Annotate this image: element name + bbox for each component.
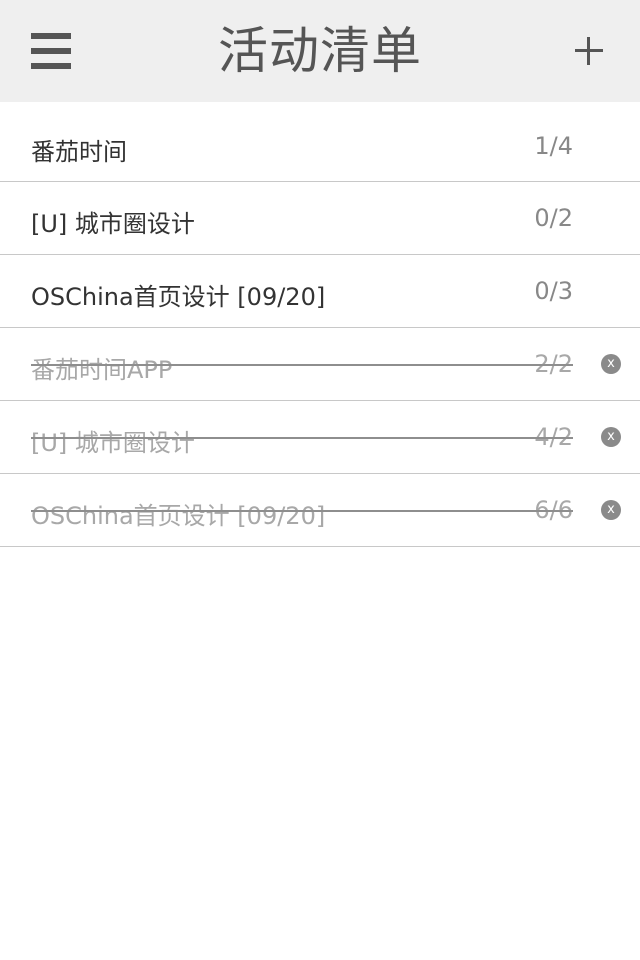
task-list: 番茄时间 1/4 [U] 城市圈设计 0/2 OSChina首页设计 [09/2…	[0, 110, 640, 547]
task-name: [U] 城市圈设计	[31, 429, 195, 457]
task-row[interactable]: 番茄时间 1/4	[0, 110, 640, 182]
task-name: 番茄时间APP	[31, 356, 173, 384]
header-bar: 活动清单	[0, 0, 640, 102]
menu-line	[31, 33, 71, 39]
strikethrough-line	[31, 364, 573, 366]
menu-line	[31, 48, 71, 54]
task-row[interactable]: [U] 城市圈设计 0/2	[0, 182, 640, 255]
hamburger-menu-icon[interactable]	[31, 33, 71, 69]
plus-icon[interactable]	[575, 37, 603, 65]
task-name: OSChina首页设计 [09/20]	[31, 502, 326, 530]
task-count: 1/4	[534, 132, 573, 160]
completed-task-row[interactable]: [U] 城市圈设计 4/2 x	[0, 401, 640, 474]
app-screen: 活动清单 番茄时间 1/4 [U] 城市圈设计 0/2 OSChina首页设计 …	[0, 0, 640, 960]
delete-icon[interactable]: x	[601, 427, 621, 447]
task-name: [U] 城市圈设计	[31, 210, 195, 238]
strikethrough-line	[31, 510, 573, 512]
task-count: 0/2	[534, 204, 573, 232]
completed-task-row[interactable]: OSChina首页设计 [09/20] 6/6 x	[0, 474, 640, 547]
task-name: OSChina首页设计 [09/20]	[31, 283, 326, 311]
task-name: 番茄时间	[31, 138, 127, 166]
page-title: 活动清单	[218, 22, 422, 80]
delete-icon[interactable]: x	[601, 354, 621, 374]
delete-icon[interactable]: x	[601, 500, 621, 520]
strikethrough-line	[31, 437, 573, 439]
task-row[interactable]: OSChina首页设计 [09/20] 0/3	[0, 255, 640, 328]
menu-line	[31, 63, 71, 69]
completed-task-row[interactable]: 番茄时间APP 2/2 x	[0, 328, 640, 401]
task-count: 0/3	[534, 277, 573, 305]
